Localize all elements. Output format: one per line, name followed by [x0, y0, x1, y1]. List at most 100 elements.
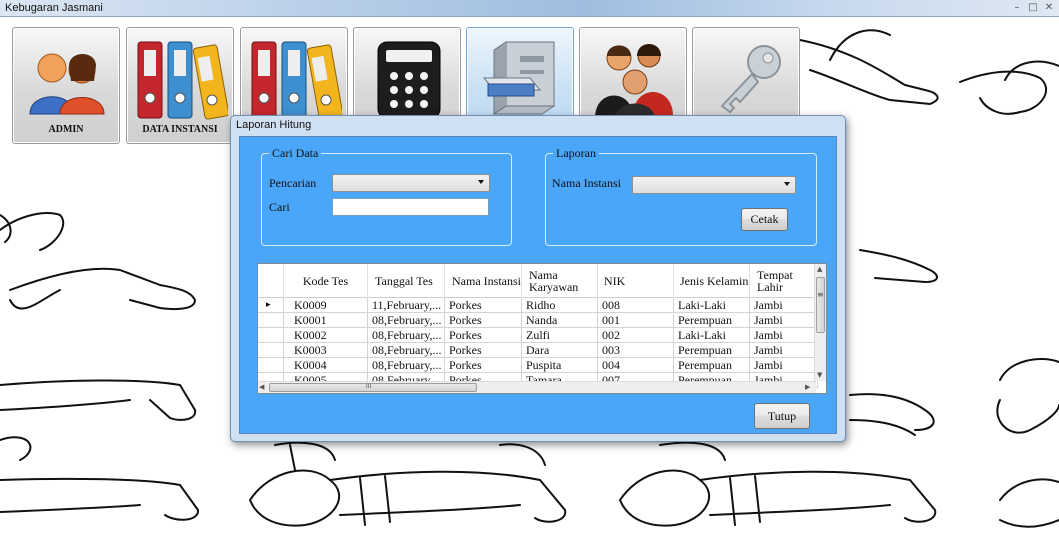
- table-cell[interactable]: Puspita: [522, 358, 598, 373]
- table-cell[interactable]: Porkes: [445, 298, 522, 313]
- row-header[interactable]: [258, 358, 284, 373]
- table-cell[interactable]: 001: [598, 313, 674, 328]
- pencarian-combobox[interactable]: [332, 174, 490, 192]
- calculator-icon: [377, 41, 441, 119]
- nama-instansi-combobox[interactable]: [632, 176, 796, 194]
- laporan-group: Laporan: [545, 146, 817, 246]
- table-cell[interactable]: Nanda: [522, 313, 598, 328]
- app-window: Kebugaran Jasmani – □ ✕ ADMIN DATA INSTA…: [0, 0, 1059, 548]
- window-title: Kebugaran Jasmani: [5, 2, 103, 14]
- table-cell[interactable]: Dara: [522, 343, 598, 358]
- table-cell[interactable]: 003: [598, 343, 674, 358]
- dialog-title: Laporan Hitung: [236, 119, 312, 131]
- table-row[interactable]: K0004 08,February,... Porkes Puspita 004 Pere…: [258, 358, 818, 373]
- cari-label: Cari: [269, 200, 290, 214]
- current-row-marker-icon: ▸: [266, 300, 271, 310]
- table-cell[interactable]: Jambi: [750, 298, 818, 313]
- binders-icon: [251, 41, 342, 120]
- file-cabinet-icon: [482, 41, 556, 115]
- column-header-tanggal-tes[interactable]: Tanggal Tes: [368, 264, 445, 298]
- table-cell[interactable]: Porkes: [445, 343, 522, 358]
- users-icon: [29, 53, 105, 115]
- grid-horizontal-scrollbar[interactable]: ◀ III ▶: [258, 381, 816, 393]
- table-cell[interactable]: K0001: [284, 313, 368, 328]
- grid-vertical-scrollbar[interactable]: ▲ ≡ ▼: [814, 264, 826, 381]
- table-row[interactable]: ▸ K0009 11,February,... Porkes Ridho 008 Laki-…: [258, 298, 818, 313]
- horizontal-scroll-grip: III: [366, 383, 372, 390]
- laporan-hitung-dialog: Laporan Hitung Cari Data Pencarian Cari …: [230, 115, 846, 442]
- column-header-jenis-kelamin[interactable]: Jenis Kelamin: [674, 264, 750, 298]
- admin-button[interactable]: ADMIN: [12, 27, 120, 144]
- row-header[interactable]: [258, 328, 284, 343]
- group-icon: [595, 44, 673, 120]
- row-header[interactable]: [258, 343, 284, 358]
- column-header-kode-tes[interactable]: Kode Tes: [284, 264, 368, 298]
- table-cell[interactable]: Porkes: [445, 328, 522, 343]
- table-cell[interactable]: Porkes: [445, 313, 522, 328]
- table-cell[interactable]: Jambi: [750, 313, 818, 328]
- table-cell[interactable]: Perempuan: [674, 313, 750, 328]
- dialog-client-area: Cari Data Pencarian Cari Laporan Nama In…: [239, 136, 837, 434]
- table-cell[interactable]: K0002: [284, 328, 368, 343]
- pencarian-label: Pencarian: [269, 176, 317, 190]
- table-cell[interactable]: Jambi: [750, 343, 818, 358]
- table-cell[interactable]: 08,February,...: [368, 343, 445, 358]
- cari-input[interactable]: [332, 198, 489, 216]
- binders-icon: [137, 41, 228, 120]
- row-header[interactable]: [258, 313, 284, 328]
- cari-data-legend: Cari Data: [272, 146, 319, 160]
- scroll-up-icon[interactable]: ▲: [817, 265, 822, 273]
- column-header-nama-instansi[interactable]: Nama Instansi: [445, 264, 522, 298]
- table-row[interactable]: K0003 08,February,... Porkes Dara 003 Perempu…: [258, 343, 818, 358]
- horizontal-scroll-thumb[interactable]: [269, 383, 477, 392]
- table-cell[interactable]: Laki-Laki: [674, 328, 750, 343]
- column-header-tempat-lahir[interactable]: Tempat Lahir: [750, 264, 818, 298]
- admin-button-label: ADMIN: [48, 124, 84, 135]
- table-cell[interactable]: 002: [598, 328, 674, 343]
- grid-header: Kode Tes Tanggal Tes Nama Instansi Nama …: [258, 264, 818, 298]
- table-cell[interactable]: K0009: [284, 298, 368, 313]
- scroll-left-icon[interactable]: ◀: [259, 383, 264, 391]
- table-cell[interactable]: 008: [598, 298, 674, 313]
- laporan-legend: Laporan: [556, 146, 596, 160]
- tutup-button[interactable]: Tutup: [754, 403, 810, 429]
- maximize-icon[interactable]: □: [1026, 2, 1040, 13]
- table-cell[interactable]: Laki-Laki: [674, 298, 750, 313]
- scroll-down-icon[interactable]: ▼: [817, 371, 822, 379]
- table-cell[interactable]: K0004: [284, 358, 368, 373]
- window-title-bar: Kebugaran Jasmani – □ ✕: [0, 0, 1059, 17]
- vertical-scroll-thumb[interactable]: [816, 277, 825, 333]
- table-cell[interactable]: Zulfi: [522, 328, 598, 343]
- column-header-nama-karyawan[interactable]: Nama Karyawan: [522, 264, 598, 298]
- table-cell[interactable]: 08,February,...: [368, 328, 445, 343]
- table-cell[interactable]: 004: [598, 358, 674, 373]
- close-icon[interactable]: ✕: [1042, 2, 1056, 13]
- table-cell[interactable]: Perempuan: [674, 343, 750, 358]
- table-cell[interactable]: 11,February,...: [368, 298, 445, 313]
- grid-corner-header: [258, 264, 284, 298]
- table-cell[interactable]: Jambi: [750, 328, 818, 343]
- chevron-down-icon[interactable]: [784, 182, 790, 186]
- chevron-down-icon[interactable]: [478, 180, 484, 184]
- key-icon: [720, 45, 781, 114]
- table-cell[interactable]: K0003: [284, 343, 368, 358]
- table-cell[interactable]: Jambi: [750, 358, 818, 373]
- table-cell[interactable]: Perempuan: [674, 358, 750, 373]
- table-cell[interactable]: 08,February,...: [368, 358, 445, 373]
- minimize-icon[interactable]: –: [1010, 2, 1024, 13]
- data-instansi-button[interactable]: DATA INSTANSI: [126, 27, 234, 144]
- data-instansi-button-label: DATA INSTANSI: [142, 124, 218, 135]
- table-row[interactable]: K0001 08,February,... Porkes Nanda 001 Peremp…: [258, 313, 818, 328]
- laporan-data-grid[interactable]: Kode Tes Tanggal Tes Nama Instansi Nama …: [257, 263, 827, 394]
- cetak-button[interactable]: Cetak: [741, 208, 788, 231]
- vertical-scroll-grip: ≡: [817, 290, 824, 299]
- table-row[interactable]: K0002 08,February,... Porkes Zulfi 002 Laki-L…: [258, 328, 818, 343]
- column-header-nik[interactable]: NIK: [598, 264, 674, 298]
- table-cell[interactable]: Porkes: [445, 358, 522, 373]
- table-cell[interactable]: Ridho: [522, 298, 598, 313]
- nama-instansi-label: Nama Instansi: [552, 176, 621, 190]
- cari-data-group: Cari Data: [261, 146, 512, 246]
- scroll-right-icon[interactable]: ▶: [805, 383, 810, 391]
- table-cell[interactable]: 08,February,...: [368, 313, 445, 328]
- row-header[interactable]: ▸: [258, 298, 284, 313]
